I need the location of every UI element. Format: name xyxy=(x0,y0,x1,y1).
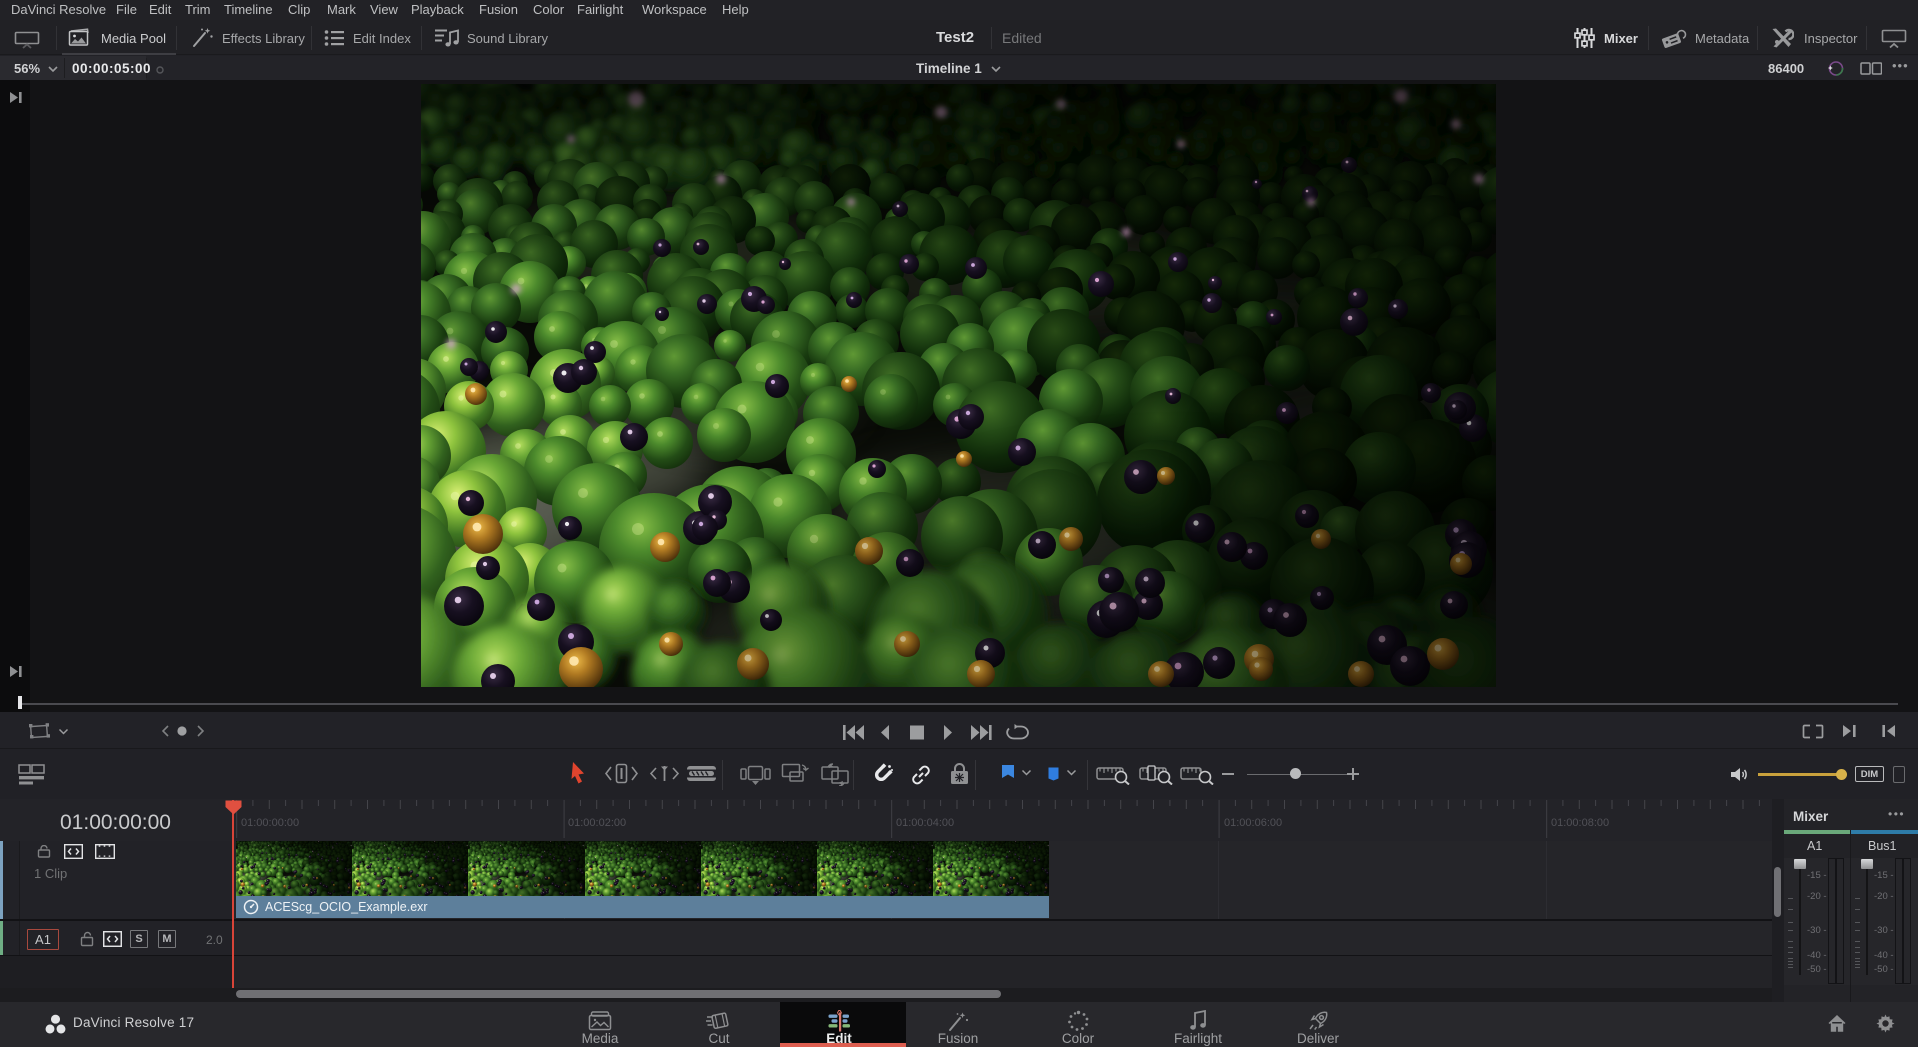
svg-text:01:00:08:00: 01:00:08:00 xyxy=(1551,817,1609,829)
svg-text:01:00:00:00: 01:00:00:00 xyxy=(241,817,299,829)
svg-text:01:00:06:00: 01:00:06:00 xyxy=(1224,817,1282,829)
svg-text:01:00:04:00: 01:00:04:00 xyxy=(896,817,954,829)
svg-text:01:00:02:00: 01:00:02:00 xyxy=(568,817,626,829)
